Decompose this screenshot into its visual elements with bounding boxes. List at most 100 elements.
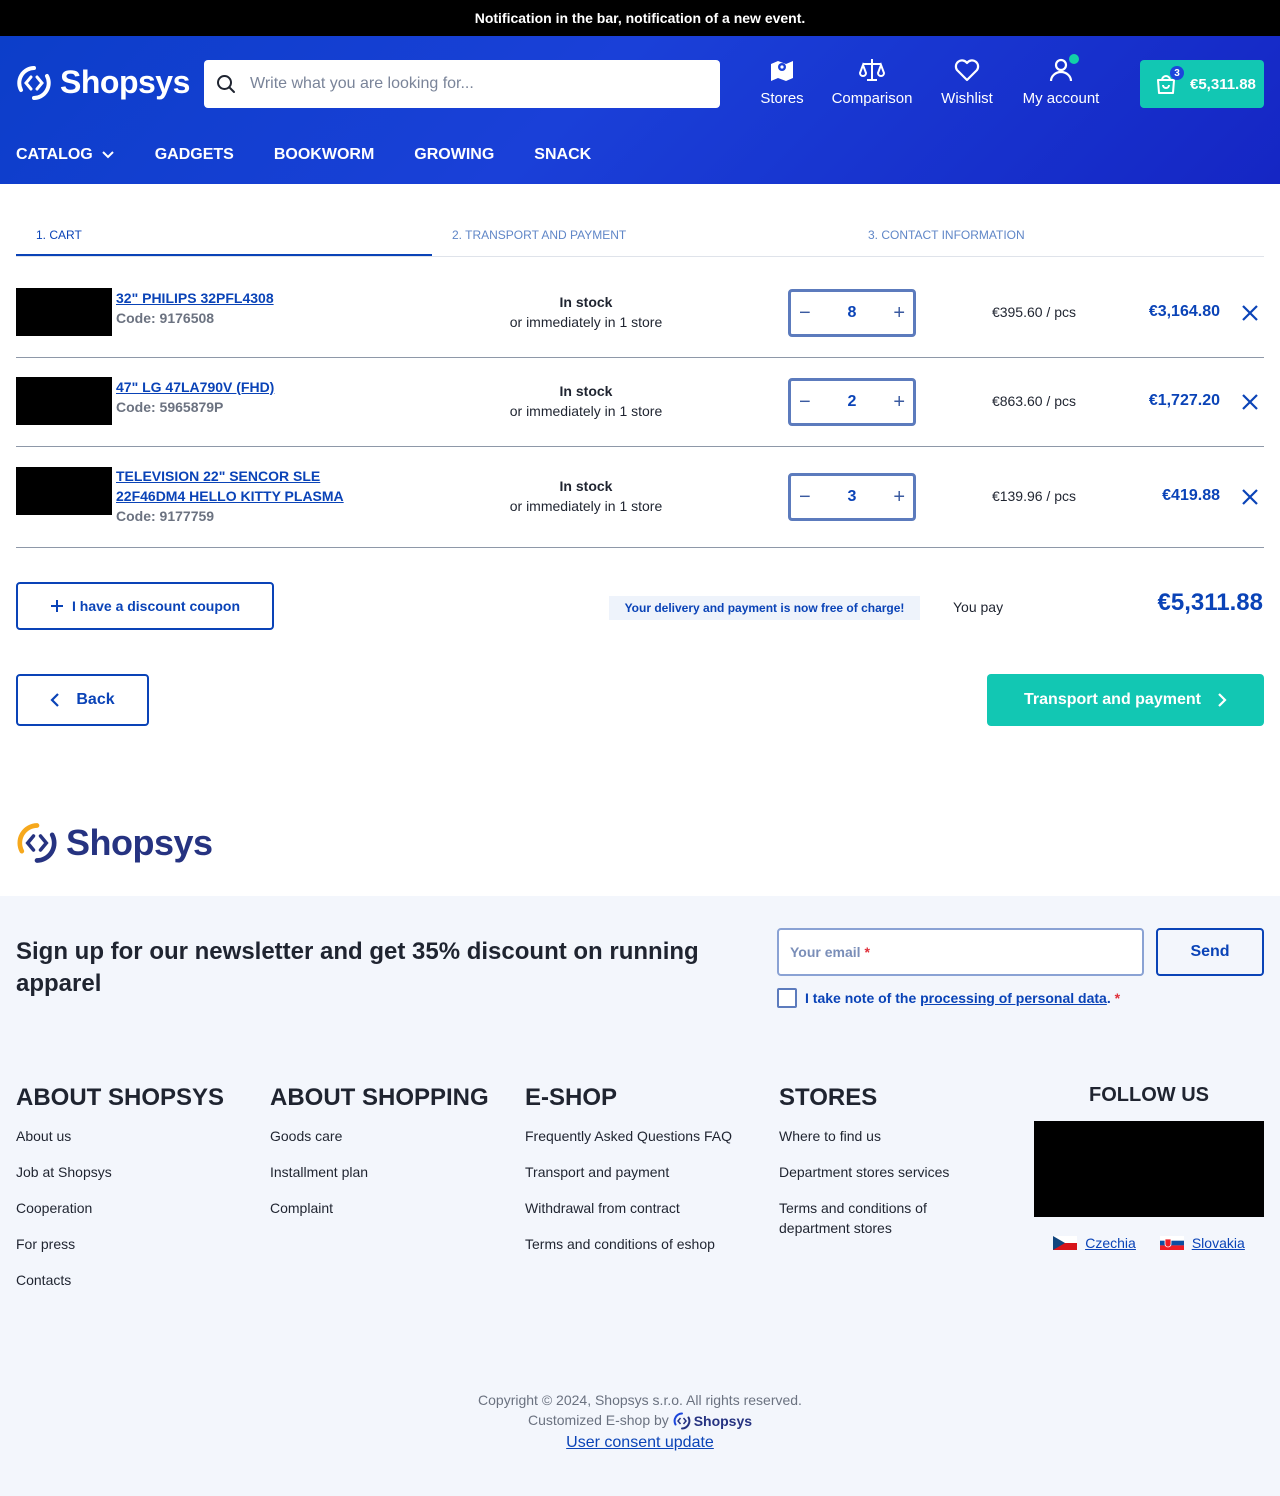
nav-wishlist-label: Wishlist [941,90,993,107]
main-menu: CATALOG GADGETS BOOKWORM GROWING SNACK [16,146,591,164]
footer-link[interactable]: Terms and conditions of eshop [525,1234,765,1270]
email-placeholder: Your email [790,944,861,960]
unit-price: €395.60 / pcs [991,304,1076,320]
back-button[interactable]: Back [16,674,149,726]
plus-icon [50,600,63,612]
step-contact[interactable]: 3. CONTACT INFORMATION [848,216,1264,256]
product-name-link[interactable]: 32" PHILIPS 32PFL4308 [116,288,376,308]
user-consent-update-link[interactable]: User consent update [0,1433,1280,1453]
cart-amount: €5,311.88 [1190,75,1256,93]
product-image[interactable] [16,467,112,515]
decrease-button[interactable]: − [799,302,811,325]
transport-payment-button[interactable]: Transport and payment [987,674,1264,726]
increase-button[interactable]: + [893,486,905,509]
increase-button[interactable]: + [893,391,905,414]
cart-button[interactable]: 3 €5,311.88 [1140,60,1264,108]
nav-comparison[interactable]: Comparison [831,56,913,107]
step-transport[interactable]: 2. TRANSPORT AND PAYMENT [432,216,848,256]
chevron-left-icon [50,693,60,707]
footer-link[interactable]: Cooperation [16,1198,256,1234]
email-field[interactable]: Your email * [777,928,1144,976]
country-switcher: Czechia Slovakia [1034,1235,1264,1251]
quantity-stepper[interactable]: − 8 + [788,289,916,337]
account-status-dot [1069,54,1079,64]
product-code: Code: 9176508 [116,310,215,326]
quantity-stepper[interactable]: − 3 + [788,473,916,521]
footer-link[interactable]: Job at Shopsys [16,1162,256,1198]
required-mark: * [1114,990,1121,1006]
step-cart[interactable]: 1. CART [16,216,432,256]
menu-item-growing[interactable]: GROWING [414,146,494,164]
logo[interactable]: Shopsys [16,64,190,101]
footer-logo-text: Shopsys [66,822,213,863]
close-icon[interactable] [1240,303,1260,323]
footer-link[interactable]: Withdrawal from contract [525,1198,765,1234]
product-image[interactable] [16,377,112,425]
product-name-link[interactable]: TELEVISION 22" SENCOR SLE 22F46DM4 HELLO… [116,466,376,506]
footer-link[interactable]: Installment plan [270,1162,510,1198]
search-bar[interactable] [204,60,720,108]
menu-item-bookworm[interactable]: BOOKWORM [274,146,374,164]
nav-wishlist[interactable]: Wishlist [940,56,994,107]
checkout-steps: 1. CART 2. TRANSPORT AND PAYMENT 3. CONT… [16,216,1264,257]
product-code: Code: 9177759 [116,508,215,524]
search-input[interactable] [250,75,690,93]
footer-link[interactable]: Goods care [270,1126,510,1162]
footer-link[interactable]: About us [16,1126,256,1162]
privacy-link[interactable]: processing of personal data [920,990,1107,1006]
quantity-value[interactable]: 2 [848,393,857,411]
store-availability: or immediately in 1 store [509,403,663,419]
product-code: Code: 5965879P [116,399,224,415]
nav-account[interactable]: My account [1021,54,1101,107]
decrease-button[interactable]: − [799,391,811,414]
quantity-stepper[interactable]: − 2 + [788,378,916,426]
consent-checkbox[interactable] [777,988,797,1008]
store-availability: or immediately in 1 store [509,314,663,330]
privacy-consent: I take note of the processing of persona… [777,988,1120,1008]
menu-item-gadgets[interactable]: GADGETS [155,146,234,164]
stock-status: In stock [559,294,613,310]
shopsys-brand[interactable]: Shopsys [673,1411,752,1431]
site-footer: Sign up for our newsletter and get 35% d… [0,896,1280,1496]
notification-bar: Notification in the bar, notification of… [0,0,1280,36]
footer-link[interactable]: Where to find us [779,1126,999,1162]
product-name-link[interactable]: 47" LG 47LA790V (FHD) [116,377,376,397]
site-header: Shopsys Stores Comparison Wishlist My ac… [0,36,1280,184]
country-czechia[interactable]: Czechia [1053,1235,1136,1251]
discount-coupon-button[interactable]: I have a discount coupon [16,582,274,630]
footer-link[interactable]: Contacts [16,1270,256,1306]
footer-link[interactable]: Transport and payment [525,1162,765,1198]
country-label: Czechia [1085,1235,1136,1251]
close-icon[interactable] [1240,487,1260,507]
footer-link[interactable]: Department stores services [779,1162,999,1198]
newsletter-title: Sign up for our newsletter and get 35% d… [16,938,699,997]
quantity-value[interactable]: 8 [848,304,857,322]
menu-item-catalog[interactable]: CATALOG [16,146,115,164]
consent-suffix: . [1106,990,1111,1006]
menu-item-label: CATALOG [16,146,93,163]
footer-link[interactable]: Complaint [270,1198,510,1234]
required-mark: * [864,944,870,960]
product-image[interactable] [16,288,112,336]
country-slovakia[interactable]: Slovakia [1159,1235,1245,1251]
logo-text: Shopsys [60,64,190,100]
send-button[interactable]: Send [1156,928,1264,976]
search-icon[interactable] [216,74,236,94]
availability: In stock or immediately in 1 store [486,381,686,421]
nav-stores[interactable]: Stores [760,56,804,107]
increase-button[interactable]: + [893,302,905,325]
footer-link[interactable]: Terms and conditions of department store… [779,1198,999,1236]
quantity-value[interactable]: 3 [848,488,857,506]
follow-us: FOLLOW US Czechia Slovakia [1034,1084,1264,1251]
decrease-button[interactable]: − [799,486,811,509]
footer-logo[interactable]: Shopsys [16,822,213,864]
shopsys-logo-icon [673,1412,691,1430]
menu-item-snack[interactable]: SNACK [534,146,591,164]
footer-link[interactable]: For press [16,1234,256,1270]
stock-status: In stock [559,478,613,494]
cart-item: 32" PHILIPS 32PFL4308 Code: 9176508 In s… [16,268,1264,358]
footer-link[interactable]: Frequently Asked Questions FAQ [525,1126,765,1162]
social-block[interactable] [1034,1121,1264,1217]
chevron-right-icon [1218,693,1227,707]
close-icon[interactable] [1240,392,1260,412]
